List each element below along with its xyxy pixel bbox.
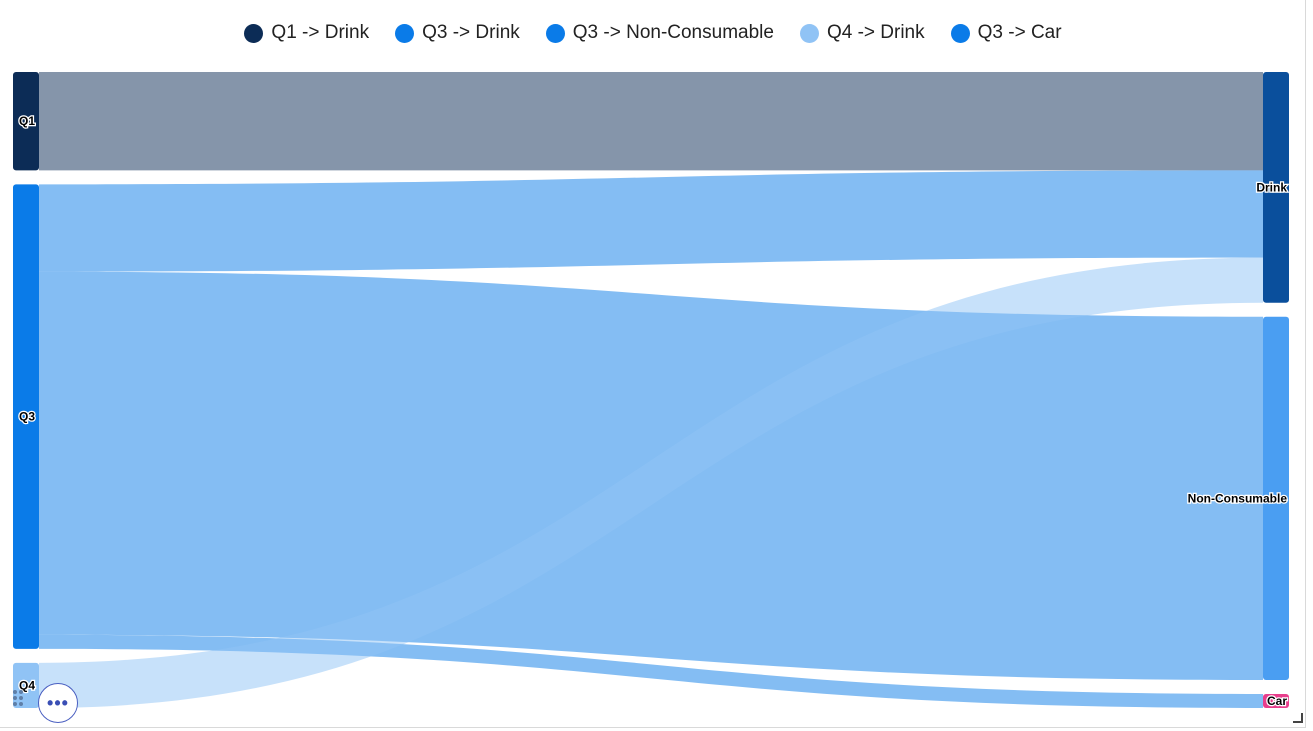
- link-q1-drink[interactable]: [39, 72, 1263, 171]
- node-label-q3: Q3: [19, 410, 35, 424]
- drag-grid-icon[interactable]: [13, 690, 27, 708]
- node-label-q1: Q1: [19, 114, 35, 128]
- sankey-chart: Q1Q3Q4DrinkNon-ConsumableCar: [13, 72, 1289, 709]
- more-options-button[interactable]: •••: [38, 683, 78, 723]
- node-label-non-consumable: Non-Consumable: [1188, 491, 1288, 505]
- links-group: [39, 72, 1263, 708]
- resize-handle-icon[interactable]: [1293, 713, 1303, 723]
- node-label-drink: Drink: [1256, 180, 1287, 194]
- node-label-car: Car: [1267, 694, 1287, 708]
- link-q3-drink[interactable]: [39, 170, 1263, 272]
